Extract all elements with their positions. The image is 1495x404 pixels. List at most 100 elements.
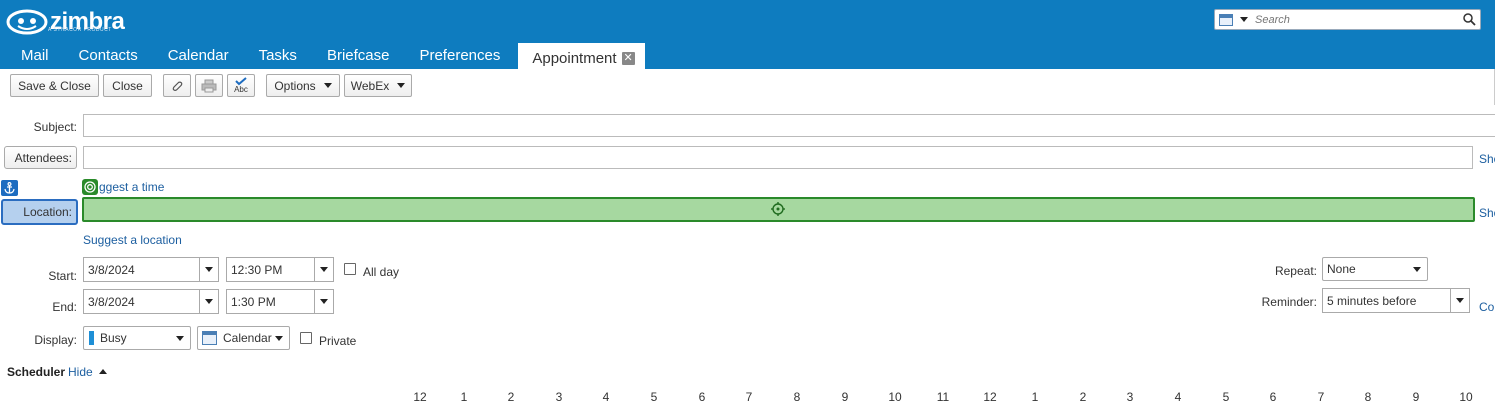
webex-menu-button[interactable]: WebEx	[344, 74, 412, 97]
show-location-link[interactable]: Sho	[1479, 206, 1495, 220]
toolbar: Save & Close Close Abc Options WebEx	[0, 69, 1495, 105]
scheduler-hide-link[interactable]: Hide	[68, 365, 108, 379]
paperclip-icon	[172, 81, 183, 91]
search-icon[interactable]	[1463, 13, 1476, 26]
reminder-select[interactable]: 5 minutes before	[1322, 288, 1470, 313]
hour-label: 4	[1174, 390, 1182, 404]
tab-mail[interactable]: Mail	[0, 43, 64, 69]
all-day-label: All day	[363, 265, 400, 279]
hour-label: 5	[1222, 390, 1230, 404]
end-time-picker[interactable]: 1:30 PM	[226, 289, 334, 314]
options-label: Options	[274, 78, 316, 93]
hour-label: 10	[888, 390, 902, 404]
repeat-value: None	[1327, 262, 1356, 276]
chevron-down-icon[interactable]	[1450, 289, 1469, 312]
suggest-location-link[interactable]: Suggest a location	[83, 233, 182, 247]
calendar-select[interactable]: Calendar	[197, 326, 290, 350]
printer-icon	[201, 79, 217, 92]
attendees-button[interactable]: Attendees:	[4, 146, 77, 169]
tab-tasks[interactable]: Tasks	[244, 43, 312, 69]
app-tabs: Mail Contacts Calendar Tasks Briefcase P…	[0, 43, 645, 69]
repeat-select[interactable]: None	[1322, 257, 1428, 281]
chevron-down-icon[interactable]	[199, 258, 218, 281]
tab-contacts[interactable]: Contacts	[64, 43, 153, 69]
hour-label: 10	[1459, 390, 1473, 404]
search-box[interactable]	[1214, 9, 1481, 30]
search-input[interactable]	[1255, 12, 1460, 27]
hour-label: 6	[698, 390, 706, 404]
chevron-down-icon[interactable]	[199, 290, 218, 313]
close-button[interactable]: Close	[103, 74, 152, 97]
all-day-checkbox[interactable]	[344, 263, 356, 275]
anchor-icon	[1, 180, 18, 196]
end-date-picker[interactable]: 3/8/2024	[83, 289, 219, 314]
end-label: End:	[52, 300, 77, 314]
close-tab-icon[interactable]: ✕	[621, 51, 635, 65]
hour-label: 3	[555, 390, 563, 404]
subject-field[interactable]	[83, 114, 1495, 137]
print-button[interactable]	[195, 74, 223, 97]
display-label: Display:	[34, 333, 77, 347]
chevron-down-icon	[1413, 267, 1421, 272]
spell-check-label: Abc	[234, 85, 248, 94]
start-time-value: 12:30 PM	[231, 262, 283, 277]
location-button[interactable]: Location:	[1, 199, 78, 225]
hour-label: 1	[1031, 390, 1039, 404]
crosshair-icon	[771, 202, 785, 216]
tab-preferences[interactable]: Preferences	[404, 43, 515, 69]
hour-label: 4	[602, 390, 610, 404]
zimbra-logo-icon	[6, 9, 48, 35]
chevron-down-icon	[176, 336, 184, 341]
brand-tagline: A SYNACOR PRODUCT	[48, 27, 112, 33]
chevron-down-icon	[397, 83, 406, 88]
chevron-down-icon	[275, 336, 283, 341]
webex-label: WebEx	[350, 78, 390, 93]
zimbra-logo[interactable]: zimbra	[6, 6, 125, 38]
start-label: Start:	[48, 269, 77, 283]
repeat-label: Repeat:	[1274, 264, 1317, 278]
chevron-down-icon[interactable]	[314, 290, 333, 313]
configure-link[interactable]: Co	[1479, 300, 1494, 314]
attach-button[interactable]	[163, 74, 191, 97]
attendees-field[interactable]	[83, 146, 1473, 169]
options-menu-button[interactable]: Options	[266, 74, 340, 97]
reminder-label: Reminder:	[1261, 295, 1317, 309]
search-type-dropdown-icon[interactable]	[1240, 17, 1248, 22]
save-close-button[interactable]: Save & Close	[10, 74, 99, 97]
private-label: Private	[319, 334, 357, 348]
hide-label: Hide	[68, 365, 93, 379]
start-date-value: 3/8/2024	[88, 262, 135, 277]
hour-label: 9	[1412, 390, 1420, 404]
hour-label: 1	[460, 390, 468, 404]
show-optional-link[interactable]: Sho	[1479, 152, 1495, 166]
hour-label: 9	[841, 390, 849, 404]
scheduler-title: Scheduler	[7, 365, 66, 379]
calendar-search-type-icon[interactable]	[1219, 14, 1233, 26]
busy-color-swatch	[89, 331, 94, 345]
tab-appointment[interactable]: Appointment ✕	[518, 43, 645, 69]
display-select[interactable]: Busy	[83, 326, 191, 350]
start-date-picker[interactable]: 3/8/2024	[83, 257, 219, 282]
end-time-value: 1:30 PM	[231, 294, 276, 309]
hour-label: 3	[1126, 390, 1134, 404]
hour-label: 7	[1317, 390, 1325, 404]
spell-check-button[interactable]: Abc	[227, 74, 255, 97]
chevron-down-icon	[323, 83, 332, 88]
tab-calendar[interactable]: Calendar	[153, 43, 244, 69]
suggest-time-link[interactable]: ggest a time	[99, 180, 164, 194]
hour-label: 8	[793, 390, 801, 404]
hour-label: 7	[745, 390, 753, 404]
tab-briefcase[interactable]: Briefcase	[312, 43, 405, 69]
calendar-icon	[202, 331, 217, 345]
hour-label: 8	[1364, 390, 1372, 404]
start-time-picker[interactable]: 12:30 PM	[226, 257, 334, 282]
hour-label: 6	[1269, 390, 1277, 404]
chevron-up-icon	[99, 369, 108, 375]
end-date-value: 3/8/2024	[88, 294, 135, 309]
hour-label: 2	[1079, 390, 1087, 404]
private-checkbox[interactable]	[300, 332, 312, 344]
chevron-down-icon[interactable]	[314, 258, 333, 281]
hour-label: 11	[936, 390, 950, 404]
hour-label: 5	[650, 390, 658, 404]
hour-label: 2	[507, 390, 515, 404]
